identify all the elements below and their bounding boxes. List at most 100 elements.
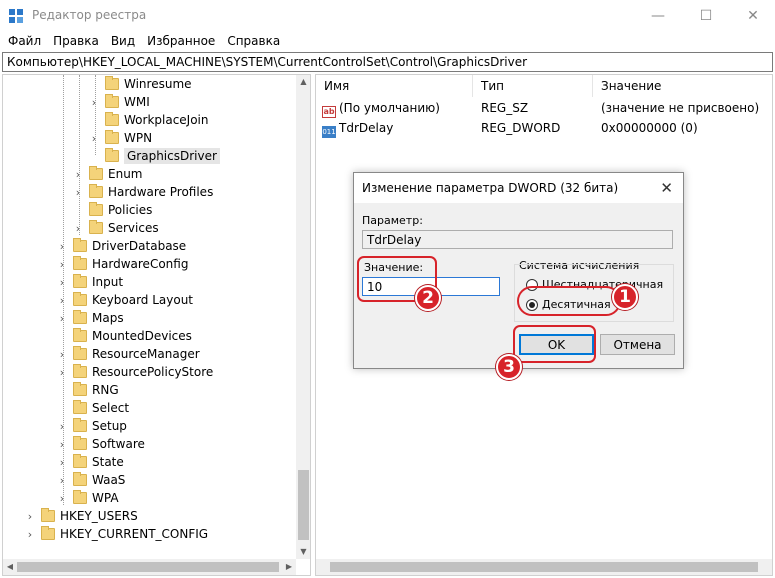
scroll-up-icon[interactable]: ▲ <box>296 75 310 89</box>
value-row-default[interactable]: ab (По умолчанию) REG_SZ (значение не при… <box>316 98 772 118</box>
column-header-type[interactable]: Тип <box>473 75 593 97</box>
tree-vertical-scrollbar[interactable]: ▲ ▼ <box>296 75 310 559</box>
chevron-right-icon[interactable]: › <box>57 345 67 363</box>
list-horizontal-scrollbar[interactable] <box>316 559 772 575</box>
menu-file[interactable]: Файл <box>0 34 47 48</box>
column-header-name[interactable]: Имя <box>316 75 473 97</box>
tree-item[interactable]: GraphicsDriver <box>89 147 220 165</box>
tree-item-label: ResourceManager <box>92 347 200 361</box>
chevron-right-icon[interactable]: › <box>73 219 83 237</box>
value-row-tdrdelay[interactable]: 011 TdrDelay REG_DWORD 0x00000000 (0) <box>316 118 772 138</box>
folder-icon <box>73 364 87 378</box>
tree-item[interactable]: › WPA <box>57 489 119 507</box>
key-tree[interactable]: Winresume › WMI WorkplaceJoin › WPN GraphicsDr… <box>2 74 311 576</box>
tree-scroll-thumb[interactable] <box>298 470 309 540</box>
chevron-right-icon[interactable]: › <box>25 525 35 543</box>
tree-item[interactable]: MountedDevices <box>57 327 192 345</box>
menu-favorites[interactable]: Избранное <box>141 34 221 48</box>
cancel-button[interactable]: Отмена <box>600 334 675 355</box>
folder-icon <box>89 166 103 180</box>
tree-item[interactable]: › ResourceManager <box>57 345 200 363</box>
tree-hscroll-thumb[interactable] <box>17 562 279 572</box>
tree-item-label: GraphicsDriver <box>124 148 220 164</box>
title-bar: Редактор реестра — ☐ ✕ <box>0 0 775 31</box>
tree-item[interactable]: › DriverDatabase <box>57 237 186 255</box>
folder-icon <box>73 328 87 342</box>
maximize-button[interactable]: ☐ <box>683 0 729 31</box>
chevron-right-icon[interactable]: › <box>89 129 99 147</box>
dialog-title-bar: Изменение параметра DWORD (32 бита) ✕ <box>354 173 683 203</box>
folder-icon <box>41 508 55 522</box>
dialog-close-icon[interactable]: ✕ <box>660 179 673 197</box>
folder-icon <box>73 472 87 486</box>
chevron-right-icon[interactable]: › <box>57 435 67 453</box>
tree-item[interactable]: › HKEY_USERS <box>25 507 138 525</box>
tree-horizontal-scrollbar[interactable]: ◀ ▶ <box>3 559 296 575</box>
chevron-right-icon[interactable]: › <box>25 507 35 525</box>
chevron-right-icon[interactable]: › <box>57 471 67 489</box>
tree-item-label: WMI <box>124 95 150 109</box>
tree-item[interactable]: › HKEY_CURRENT_CONFIG <box>25 525 208 543</box>
tree-item[interactable]: › Services <box>73 219 159 237</box>
tree-item[interactable]: › WaaS <box>57 471 125 489</box>
tree-item-label: WaaS <box>92 473 126 487</box>
chevron-right-icon[interactable]: › <box>57 291 67 309</box>
minimize-button[interactable]: — <box>635 0 681 31</box>
tree-item-label: Hardware Profiles <box>108 185 214 199</box>
tree-item[interactable]: › Setup <box>57 417 127 435</box>
chevron-right-icon[interactable]: › <box>57 255 67 273</box>
param-label: Параметр: <box>362 214 423 227</box>
chevron-right-icon[interactable]: › <box>57 309 67 327</box>
tree-item[interactable]: › HardwareConfig <box>57 255 188 273</box>
menu-bar: Файл Правка Вид Избранное Справка <box>0 31 775 51</box>
chevron-right-icon[interactable]: › <box>89 93 99 111</box>
dialog-title: Изменение параметра DWORD (32 бита) <box>362 181 619 195</box>
tree-item[interactable]: WorkplaceJoin <box>89 111 209 129</box>
close-button[interactable]: ✕ <box>730 0 775 31</box>
folder-icon <box>73 274 87 288</box>
tree-item-label: WPA <box>92 491 119 505</box>
menu-edit[interactable]: Правка <box>47 34 105 48</box>
value-name: (По умолчанию) <box>339 101 440 115</box>
tree-item[interactable]: › Keyboard Layout <box>57 291 193 309</box>
chevron-right-icon[interactable]: › <box>57 489 67 507</box>
list-hscroll-thumb[interactable] <box>330 562 758 572</box>
scroll-down-icon[interactable]: ▼ <box>296 545 310 559</box>
tree-item-label: HKEY_CURRENT_CONFIG <box>60 527 209 541</box>
chevron-right-icon[interactable]: › <box>57 417 67 435</box>
menu-help[interactable]: Справка <box>221 34 286 48</box>
chevron-right-icon[interactable]: › <box>57 453 67 471</box>
menu-view[interactable]: Вид <box>105 34 141 48</box>
chevron-right-icon[interactable]: › <box>73 165 83 183</box>
tree-item[interactable]: › WPN <box>89 129 152 147</box>
tree-item[interactable]: Policies <box>73 201 152 219</box>
tree-item-label: State <box>92 455 124 469</box>
folder-icon <box>73 292 87 306</box>
tree-item[interactable]: › Input <box>57 273 123 291</box>
tree-item[interactable]: › State <box>57 453 124 471</box>
tree-item[interactable]: › Maps <box>57 309 124 327</box>
tree-item[interactable]: Select <box>57 399 129 417</box>
tree-item-label: Setup <box>92 419 127 433</box>
scroll-right-icon[interactable]: ▶ <box>282 559 296 575</box>
value-type: REG_DWORD <box>481 121 561 135</box>
tree-item-label: Software <box>92 437 145 451</box>
chevron-right-icon[interactable]: › <box>57 363 67 381</box>
chevron-right-icon[interactable]: › <box>73 183 83 201</box>
chevron-right-icon[interactable]: › <box>57 273 67 291</box>
chevron-right-icon[interactable]: › <box>57 237 67 255</box>
tree-item[interactable]: › Enum <box>73 165 142 183</box>
scroll-left-icon[interactable]: ◀ <box>3 559 17 575</box>
tree-item[interactable]: › Software <box>57 435 145 453</box>
address-bar[interactable]: Компьютер\HKEY_LOCAL_MACHINE\SYSTEM\Curr… <box>2 52 773 72</box>
column-header-value[interactable]: Значение <box>593 75 772 97</box>
value-data: (значение не присвоено) <box>601 101 760 115</box>
tree-connector <box>63 75 64 505</box>
tree-item[interactable]: › WMI <box>89 93 150 111</box>
tree-item[interactable]: › Hardware Profiles <box>73 183 213 201</box>
tree-item[interactable]: RNG <box>57 381 119 399</box>
value-name: TdrDelay <box>339 121 394 135</box>
tree-item[interactable]: Winresume <box>89 75 192 93</box>
tree-item[interactable]: › ResourcePolicyStore <box>57 363 213 381</box>
